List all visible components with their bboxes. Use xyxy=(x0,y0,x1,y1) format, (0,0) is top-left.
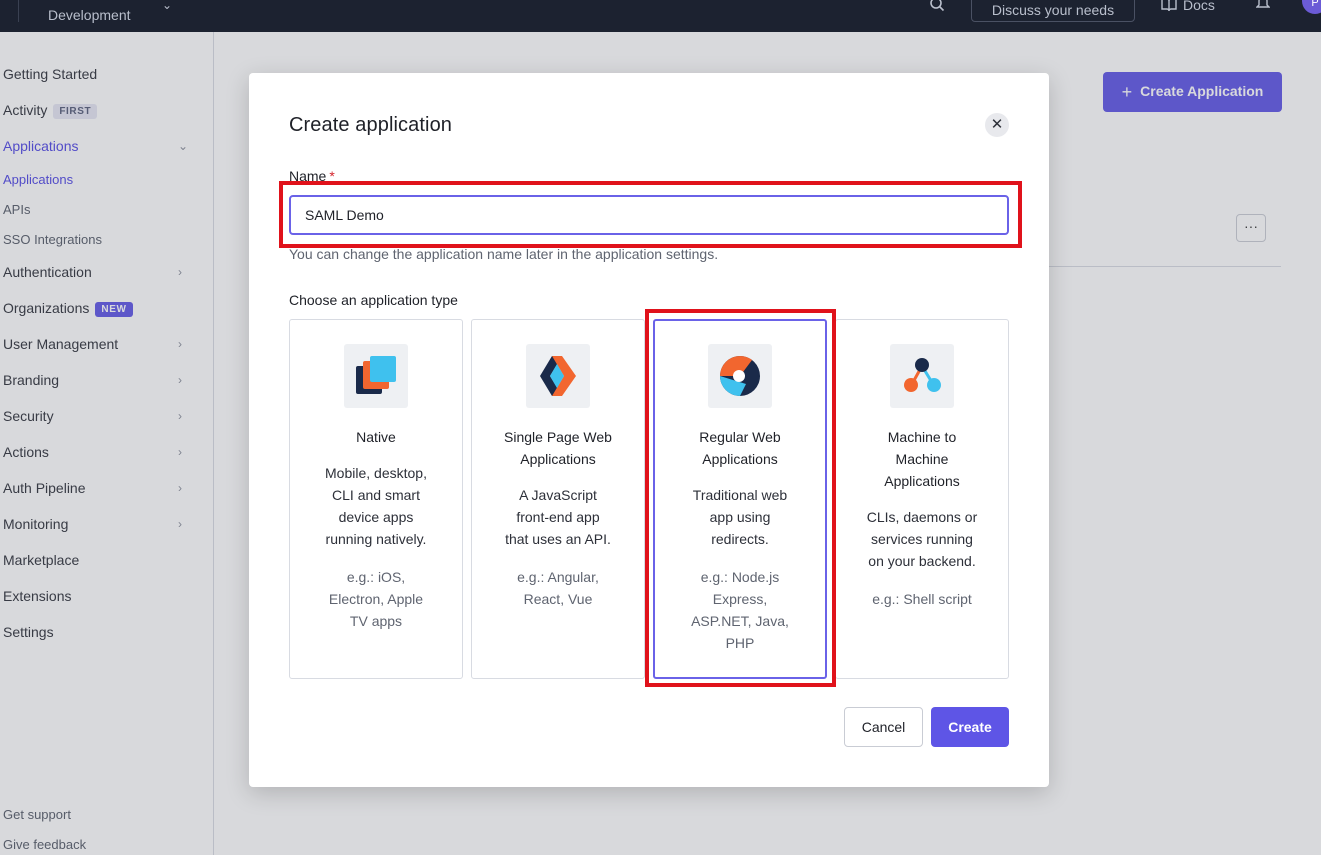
app-type-card-m2m[interactable]: Machine to Machine Applications CLIs, daem… xyxy=(835,319,1009,679)
docs-link[interactable]: Docs xyxy=(1161,0,1215,13)
name-helper-text: You can change the application name late… xyxy=(289,246,719,262)
cancel-button[interactable]: Cancel xyxy=(844,707,923,747)
book-icon xyxy=(1161,0,1177,12)
app-type-card-spa[interactable]: Single Page Web Applications A JavaScript… xyxy=(471,319,645,679)
close-icon: ✕ xyxy=(990,116,1004,133)
card-examples: e.g.: Node.js Express, ASP.NET, Java, PHP xyxy=(691,569,789,651)
discuss-label: Discuss your needs xyxy=(991,2,1115,18)
spa-icon xyxy=(526,344,590,408)
card-examples: e.g.: iOS, Electron, Apple TV apps xyxy=(328,569,424,629)
name-label-text: Name xyxy=(289,168,327,184)
name-label: Name * xyxy=(289,168,335,184)
close-button[interactable]: ✕ xyxy=(985,113,1009,137)
create-button[interactable]: Create xyxy=(931,707,1009,747)
card-title: Regular Web Applications xyxy=(699,429,781,467)
top-bar: Development ⌄ Discuss your needs Docs P xyxy=(0,0,1321,32)
dialog-title: Create application xyxy=(289,114,453,136)
card-description: A JavaScript front-end app that uses an AP… xyxy=(505,487,611,547)
application-type-label: Choose an application type xyxy=(289,292,458,308)
search-icon[interactable] xyxy=(929,0,945,12)
required-mark: * xyxy=(329,168,335,184)
create-application-dialog: Create application ✕ Name* You can chang… xyxy=(249,73,1049,787)
card-description: Mobile, desktop, CLI and smart device apps… xyxy=(325,465,427,547)
bell-icon[interactable] xyxy=(1256,0,1270,12)
discuss-your-needs-button[interactable]: Discuss your needs xyxy=(971,0,1135,22)
card-examples: e.g.: Shell script xyxy=(872,591,972,607)
tenant-environment[interactable]: Development xyxy=(48,7,131,23)
m2m-icon xyxy=(890,344,954,408)
name-input[interactable] xyxy=(289,195,1009,235)
app-type-card-native[interactable]: Native Mobile, desktop, CLI and smart devi… xyxy=(289,319,463,679)
card-description: CLIs, daemons or services running on your … xyxy=(866,509,978,569)
card-description: Traditional web app using redirects. xyxy=(692,487,788,547)
card-title: Single Page Web Applications xyxy=(504,429,612,467)
native-app-icon xyxy=(344,344,408,408)
app-type-card-regular-web[interactable]: Regular Web Applications Traditional web a… xyxy=(653,319,827,679)
docs-label: Docs xyxy=(1183,0,1215,13)
chevron-down-icon[interactable]: ⌄ xyxy=(162,0,172,12)
card-title: Machine to Machine Applications xyxy=(884,429,960,489)
regular-web-app-icon xyxy=(708,344,772,408)
card-title: Native xyxy=(356,429,396,445)
card-examples: e.g.: Angular, React, Vue xyxy=(517,569,599,607)
avatar[interactable]: P xyxy=(1302,0,1321,14)
tenant-divider xyxy=(18,0,19,22)
